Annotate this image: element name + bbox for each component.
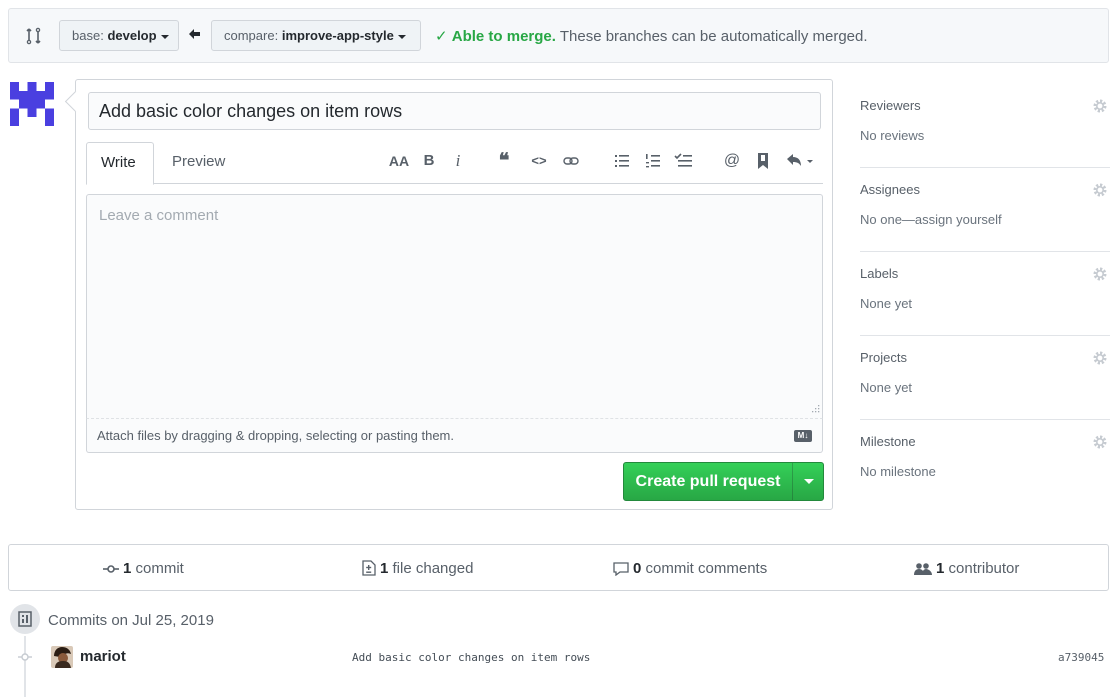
sidebar-title: Projects <box>860 350 907 365</box>
sidebar-projects: Projects None yet <box>860 336 1110 420</box>
resize-grip-icon[interactable] <box>810 403 820 413</box>
commit-sha[interactable]: a739045 <box>1058 651 1111 664</box>
commits-count: 1 <box>123 560 132 577</box>
mention-icon[interactable]: @ <box>723 152 741 170</box>
chevron-down-icon <box>397 34 406 39</box>
bookmark-icon[interactable] <box>756 152 770 170</box>
arrow-left-icon <box>189 29 200 39</box>
compare-bar: base: develop compare: improve-app-style… <box>8 8 1109 63</box>
create-pull-request-button[interactable]: Create pull request <box>623 462 824 501</box>
sidebar-labels: Labels None yet <box>860 252 1110 336</box>
gear-icon[interactable] <box>1092 98 1108 114</box>
gear-icon[interactable] <box>1092 182 1108 198</box>
sidebar-title: Labels <box>860 266 899 281</box>
sidebar-assignees: Assignees No one—assign yourself <box>860 168 1110 252</box>
gear-icon[interactable] <box>1092 266 1108 282</box>
header-text-icon[interactable]: AA <box>388 152 410 170</box>
commit-node-icon <box>18 653 32 661</box>
task-list-icon[interactable] <box>674 152 694 170</box>
people-icon <box>914 563 932 575</box>
commit-comments-summary[interactable]: 0 commit comments <box>613 545 767 592</box>
sidebar-value[interactable]: No one—assign yourself <box>860 212 1002 227</box>
create-options-dropdown[interactable] <box>792 463 823 500</box>
merge-ok-text: Able to merge. <box>451 28 556 45</box>
comment-textarea[interactable] <box>86 194 823 418</box>
contributors-summary[interactable]: 1 contributor <box>914 545 1019 592</box>
commits-date-heading: Commits on Jul 25, 2019 <box>48 612 214 629</box>
check-icon: ✓ <box>435 28 448 45</box>
base-prefix: base: <box>72 28 104 43</box>
numbered-list-icon[interactable] <box>644 152 662 170</box>
comments-label: commit comments <box>645 560 768 577</box>
files-label: file changed <box>392 560 474 577</box>
title-input[interactable] <box>88 92 821 130</box>
files-changed-summary[interactable]: 1 file changed <box>362 545 473 592</box>
markdown-icon[interactable]: M↓ <box>794 430 812 442</box>
commit-author[interactable]: mariot <box>80 648 126 665</box>
link-icon[interactable] <box>562 152 580 170</box>
sidebar-title: Reviewers <box>860 98 921 113</box>
file-diff-icon <box>362 560 376 576</box>
tab-preview[interactable]: Preview <box>158 142 239 184</box>
files-count: 1 <box>380 560 389 577</box>
numbers-summary: 1 commit 1 file changed 0 commit comment… <box>8 544 1109 591</box>
contributors-count: 1 <box>936 560 945 577</box>
attach-files-bar[interactable]: Attach files by dragging & dropping, sel… <box>86 418 823 453</box>
user-avatar[interactable] <box>10 82 54 126</box>
quote-icon[interactable]: ❝ <box>495 151 513 171</box>
commits-summary[interactable]: 1 commit <box>103 545 184 592</box>
compare-branch-select[interactable]: compare: improve-app-style <box>211 20 421 51</box>
timeline-line <box>24 636 26 697</box>
gear-icon[interactable] <box>1092 434 1108 450</box>
commit-icon <box>103 565 119 573</box>
code-icon[interactable]: <> <box>530 152 548 170</box>
contributors-label: contributor <box>948 560 1020 577</box>
comment-icon <box>613 562 629 577</box>
sidebar-value: No milestone <box>860 464 936 479</box>
gear-icon[interactable] <box>1092 350 1108 366</box>
compare-prefix: compare: <box>224 28 279 43</box>
merge-status: ✓ Able to merge. These branches can be a… <box>435 27 868 45</box>
comments-count: 0 <box>633 560 642 577</box>
attach-files-text: Attach files by dragging & dropping, sel… <box>97 428 454 443</box>
tab-write[interactable]: Write <box>86 142 154 185</box>
compare-icon <box>26 27 41 45</box>
compare-branch-name: improve-app-style <box>281 28 394 43</box>
sidebar-value: None yet <box>860 380 913 395</box>
bulleted-list-icon[interactable] <box>613 152 631 170</box>
sidebar-milestone: Milestone No milestone <box>860 420 1110 504</box>
pull-request-form: Write Preview AA B i ❝ <> @ Attach files… <box>75 79 833 510</box>
commits-icon <box>10 604 40 634</box>
sidebar-value: No reviews <box>860 128 925 143</box>
commit-author-avatar[interactable] <box>51 646 73 668</box>
sidebar-value: None yet <box>860 296 913 311</box>
base-branch-select[interactable]: base: develop <box>59 20 179 51</box>
italic-icon[interactable]: i <box>452 152 464 170</box>
merge-description: These branches can be automatically merg… <box>559 28 868 45</box>
sidebar-reviewers: Reviewers No reviews <box>860 84 1110 168</box>
sidebar-title: Assignees <box>860 182 920 197</box>
pr-sidebar: Reviewers No reviews Assignees No one—as… <box>860 84 1110 504</box>
commits-label: commit <box>135 560 184 577</box>
sidebar-title: Milestone <box>860 434 916 449</box>
create-pull-request-label: Create pull request <box>635 473 781 490</box>
reply-icon[interactable] <box>786 152 816 170</box>
chevron-down-icon <box>160 34 169 39</box>
commit-message[interactable]: Add basic color changes on item rows <box>352 651 590 664</box>
chevron-down-icon <box>804 479 814 484</box>
base-branch-name: develop <box>107 28 157 43</box>
bold-icon[interactable]: B <box>422 152 436 170</box>
